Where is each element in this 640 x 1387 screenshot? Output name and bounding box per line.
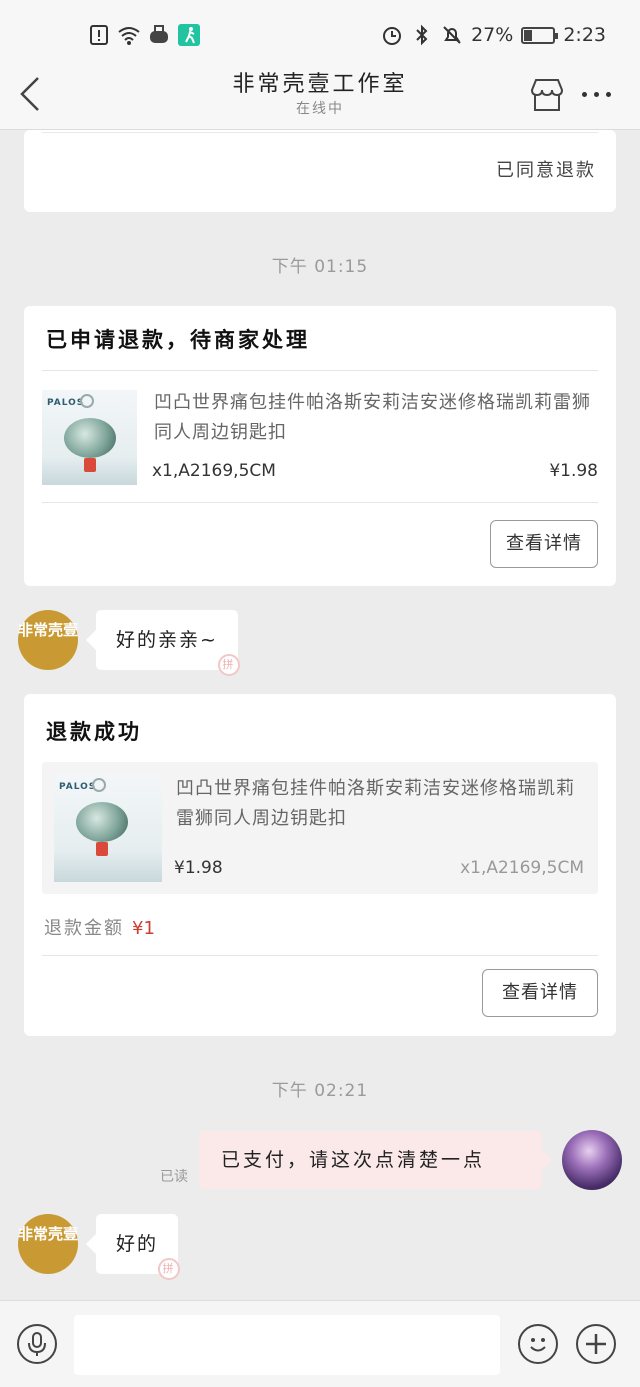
shop-message-bubble: 好的亲亲~ 拼 [86, 610, 240, 676]
status-time: 2:23 [563, 24, 606, 46]
refund-success-card: 退款成功 PALOS 凹凸世界痛包挂件帕洛斯安莉洁安迷修格瑞凯莉雷狮同人周边钥匙… [24, 694, 616, 1036]
keyring-shape [92, 778, 106, 792]
divider [42, 370, 598, 371]
emoji-button[interactable] [518, 1324, 558, 1364]
timestamp: 下午 02:21 [271, 1081, 369, 1101]
mute-bell-icon [443, 26, 461, 44]
product-price: ¥1.98 [549, 461, 598, 481]
store-button[interactable] [528, 76, 566, 114]
voice-button[interactable] [17, 1324, 57, 1364]
message-text: 好的亲亲~ [116, 629, 218, 651]
more-options-button[interactable] [582, 82, 618, 106]
chat-header: 非常壳壹工作室 在线中 [0, 60, 640, 130]
bubble-badge: 拼 [217, 654, 240, 676]
fries-shape [84, 458, 96, 472]
status-icons-right: 27% 2:23 [381, 24, 606, 46]
product-name: 凹凸世界痛包挂件帕洛斯安莉洁安迷修格瑞凯莉雷狮同人周边钥匙扣 [176, 778, 575, 829]
user-avatar[interactable] [562, 1130, 622, 1190]
smiley-icon [530, 1338, 546, 1352]
alarm-icon [383, 27, 402, 45]
divider [42, 502, 598, 503]
divider [42, 132, 598, 133]
message-text: 已支付，请这次点清楚一点 [221, 1149, 486, 1171]
refund-success-title: 退款成功 [46, 720, 142, 744]
store-icon [530, 79, 564, 111]
message-input[interactable] [74, 1315, 500, 1375]
plus-icon [586, 1334, 606, 1354]
add-button[interactable] [576, 1324, 616, 1364]
product-name[interactable]: 凹凸世界痛包挂件帕洛斯安莉洁安迷修格瑞凯莉雷狮同人周边钥匙扣 [154, 388, 604, 448]
running-app-icon [178, 24, 200, 46]
product-sku: x1,A2169,5CM [152, 461, 276, 481]
input-bar [0, 1300, 640, 1387]
message-text: 好的 [116, 1233, 159, 1255]
read-status: 已读 [160, 1169, 188, 1185]
refund-request-title: 已申请退款，待商家处理 [46, 328, 310, 352]
shop-avatar[interactable]: 非常壳壹 [18, 610, 78, 670]
divider [42, 955, 598, 956]
battery-icon [521, 26, 559, 44]
timestamp: 下午 01:15 [271, 257, 369, 277]
product-brand-text: PALOS [59, 782, 97, 792]
keyring-shape [80, 394, 94, 408]
refund-item-box[interactable]: PALOS 凹凸世界痛包挂件帕洛斯安莉洁安迷修格瑞凯莉雷狮同人周边钥匙扣 ¥1.… [42, 762, 598, 894]
product-image: PALOS [54, 774, 162, 882]
bubble-badge: 拼 [158, 1258, 181, 1280]
refund-amount-label: 退款金额 [44, 918, 124, 939]
refund-request-card: 已申请退款，待商家处理 PALOS 凹凸世界痛包挂件帕洛斯安莉洁安迷修格瑞凯莉雷… [24, 306, 616, 586]
user-message-bubble: 已支付，请这次点清楚一点 [199, 1131, 552, 1189]
shop-avatar[interactable]: 非常壳壹 [18, 1214, 78, 1274]
agreed-refund-text: 已同意退款 [496, 160, 596, 181]
status-icons-left [88, 24, 200, 46]
sim-alert-icon [90, 25, 108, 45]
battery-percent: 27% [471, 24, 514, 46]
status-bar: 27% 2:23 [0, 0, 640, 60]
wifi-icon [118, 27, 140, 45]
shop-message-bubble: 好的 拼 [85, 1214, 181, 1280]
product-sku: x1,A2169,5CM [460, 858, 584, 878]
microphone-icon [28, 1332, 46, 1356]
refund-amount-value: ¥1 [132, 918, 155, 939]
product-image[interactable]: PALOS [42, 390, 137, 485]
game-controller-icon [150, 25, 168, 43]
view-details-button[interactable]: 查看详情 [482, 969, 598, 1017]
refund-amount-row: 退款金额 ¥1 [44, 914, 155, 940]
battery-level [524, 29, 533, 41]
agreed-refund-card: 已同意退款 [24, 130, 616, 212]
product-brand-text: PALOS [47, 398, 85, 408]
view-details-button[interactable]: 查看详情 [490, 520, 598, 568]
figure-shape [76, 802, 128, 842]
fries-shape [96, 842, 108, 856]
product-price: ¥1.98 [174, 858, 223, 878]
figure-shape [64, 418, 116, 458]
bluetooth-icon [416, 24, 428, 46]
